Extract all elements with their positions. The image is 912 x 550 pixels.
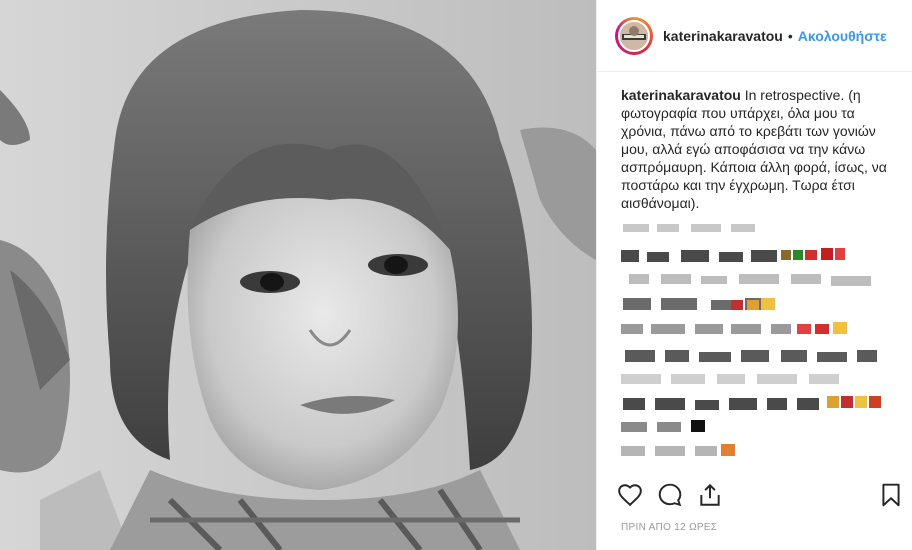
comment-icon[interactable] [657,482,683,508]
share-icon[interactable] [697,482,723,508]
post-caption: katerinakaravatou In retrospective. (η φ… [597,72,912,212]
child-portrait-image [0,0,596,550]
header-separator: • [787,27,793,44]
avatar [618,19,650,52]
post-photo[interactable] [0,0,596,550]
obscured-text-block [621,224,881,456]
post-sidebar: katerinakaravatou • Ακολουθήστε katerina… [596,0,912,550]
post-actions [617,480,904,510]
header-username[interactable]: katerinakaravatou [663,28,783,44]
post-timestamp[interactable]: ΠΡΙΝ ΑΠΟ 12 ΩΡΕΣ [621,522,717,533]
bookmark-icon[interactable] [878,482,904,508]
follow-button[interactable]: Ακολουθήστε [798,28,887,44]
caption-text: In retrospective. (η φωτογραφία που υπάρ… [621,87,887,211]
pixelated-comments [621,224,891,464]
avatar-story-ring[interactable] [615,16,653,55]
post-header: katerinakaravatou • Ακολουθήστε [597,0,912,72]
caption-username[interactable]: katerinakaravatou [621,87,741,103]
heart-icon[interactable] [617,482,643,508]
